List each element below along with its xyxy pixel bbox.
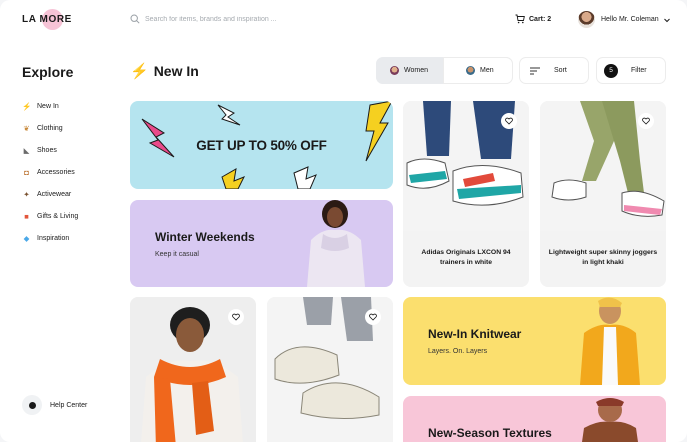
heart-icon [642, 117, 650, 125]
sidebar-item-gifts[interactable]: ■ Gifts & Living [22, 205, 78, 227]
heart-icon [505, 117, 513, 125]
filter-label: Filter [631, 67, 647, 74]
model-photo-winter [307, 200, 365, 287]
sidebar-item-inspiration[interactable]: ◆ Inspiration [22, 227, 78, 249]
clothing-icon: ❦ [23, 123, 30, 133]
chat-icon [22, 395, 42, 415]
gender-toggle: Women Men [376, 57, 513, 84]
sale-banner[interactable]: GET UP TO 50% OFF [130, 101, 393, 189]
help-center-label: Help Center [50, 401, 88, 409]
user-name: Mr. Coleman [618, 16, 659, 23]
product-card-scarf[interactable] [130, 297, 256, 442]
sort-label: Sort [554, 67, 567, 74]
avatar [578, 11, 595, 28]
sort-icon [530, 67, 540, 74]
activewear-icon: ✦ [23, 189, 30, 199]
product-title: Adidas Originals LXCON 94 trainers in wh… [421, 249, 511, 266]
sale-headline: GET UP TO 50% OFF [196, 138, 327, 153]
page-title: ⚡ New In [130, 62, 199, 80]
help-center-button[interactable]: Help Center [22, 395, 87, 415]
sidebar-item-label: Activewear [37, 190, 72, 198]
cart-label: Cart: 2 [529, 15, 552, 23]
app-window: LA MORE Cart: 2 Hello Mr. Coleman Explor… [0, 0, 687, 442]
winter-banner[interactable]: Winter Weekends Keep it casual [130, 200, 393, 287]
tab-men[interactable]: Men [443, 57, 513, 84]
winter-title: Winter Weekends [155, 230, 255, 244]
sidebar-item-label: Clothing [37, 124, 63, 132]
sidebar-item-activewear[interactable]: ✦ Activewear [22, 183, 78, 205]
tab-women-label: Women [404, 67, 428, 74]
heart-icon [369, 313, 377, 321]
knit-title: New-In Knitwear [428, 327, 522, 341]
product-title: Lightweight super skinny joggers in ligh… [548, 249, 658, 266]
sidebar: Explore ⚡ New In ❦ Clothing ◣ Shoes ◘ Access… [0, 42, 115, 442]
sidebar-item-new-in[interactable]: ⚡ New In [22, 95, 78, 117]
sidebar-item-label: Shoes [37, 146, 57, 154]
bag-icon: ◘ [24, 167, 29, 177]
shoe-icon: ◣ [23, 145, 30, 155]
women-avatar-icon [390, 66, 399, 75]
product-card-sneakers[interactable] [267, 297, 393, 442]
wishlist-button[interactable] [228, 309, 244, 325]
user-menu[interactable]: Hello Mr. Coleman [578, 11, 671, 28]
sidebar-item-label: Gifts & Living [37, 212, 79, 220]
knit-subtitle: Layers. On. Layers [428, 348, 488, 355]
filter-count-badge: 5 [604, 63, 618, 78]
men-avatar-icon [466, 66, 475, 75]
tab-men-label: Men [480, 67, 494, 74]
knitwear-banner[interactable]: New-In Knitwear Layers. On. Layers [403, 297, 666, 385]
user-greeting: Hello [601, 16, 617, 23]
sidebar-item-clothing[interactable]: ❦ Clothing [22, 117, 78, 139]
lightning-icon: ⚡ [22, 101, 32, 111]
category-list: ⚡ New In ❦ Clothing ◣ Shoes ◘ Accessories ✦ A… [22, 95, 78, 249]
gift-icon: ■ [24, 211, 29, 221]
model-photo-knitwear [580, 297, 640, 385]
diamond-icon: ◆ [23, 233, 30, 243]
search-input[interactable] [145, 15, 345, 23]
sidebar-item-label: New In [37, 102, 59, 110]
lightning-icon: ⚡ [130, 63, 149, 80]
top-bar: LA MORE Cart: 2 Hello Mr. Coleman [0, 0, 687, 42]
cart-button[interactable]: Cart: 2 [515, 14, 551, 24]
filter-button[interactable]: 5 Filter [596, 57, 666, 84]
search-bar[interactable] [130, 14, 345, 24]
wishlist-button[interactable] [501, 113, 517, 129]
chevron-down-icon [663, 18, 670, 22]
sidebar-item-label: Accessories [37, 168, 75, 176]
search-icon [130, 14, 140, 24]
tab-women[interactable]: Women [376, 57, 443, 84]
sidebar-title: Explore [22, 64, 74, 80]
logo[interactable]: LA MORE [22, 14, 72, 25]
sidebar-item-accessories[interactable]: ◘ Accessories [22, 161, 78, 183]
sidebar-item-label: Inspiration [37, 234, 70, 242]
page-title-text: New In [153, 63, 199, 79]
winter-subtitle: Keep it casual [155, 251, 199, 258]
textures-banner[interactable]: New-Season Textures [403, 396, 666, 442]
wishlist-button[interactable] [365, 309, 381, 325]
sidebar-item-shoes[interactable]: ◣ Shoes [22, 139, 78, 161]
product-card-adidas[interactable]: Adidas Originals LXCON 94 trainers in wh… [403, 101, 529, 287]
model-photo-textures [582, 398, 638, 442]
heart-icon [232, 313, 240, 321]
sort-button[interactable]: Sort [519, 57, 589, 84]
product-card-joggers[interactable]: Lightweight super skinny joggers in ligh… [540, 101, 666, 287]
textures-title: New-Season Textures [428, 426, 552, 440]
cart-icon [515, 14, 525, 24]
wishlist-button[interactable] [638, 113, 654, 129]
